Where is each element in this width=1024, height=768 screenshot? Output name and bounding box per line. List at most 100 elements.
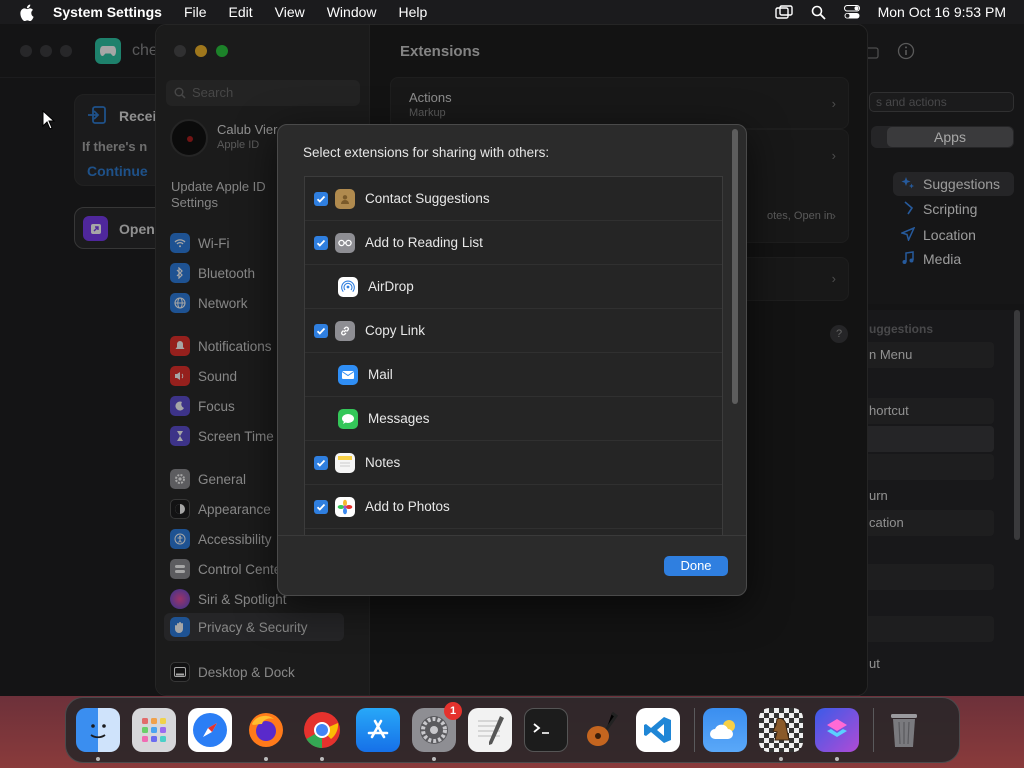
checkbox-checked[interactable]	[314, 323, 328, 338]
menu-edit[interactable]: Edit	[229, 4, 253, 20]
sharing-extensions-sheet: Select extensions for sharing with other…	[277, 124, 747, 596]
menu-app-name[interactable]: System Settings	[53, 4, 162, 20]
menu-window[interactable]: Window	[327, 4, 377, 20]
category-suggestions[interactable]: Suggestions	[893, 172, 1014, 196]
menu-view[interactable]: View	[275, 4, 305, 20]
receive-card-desc: If there's n	[82, 139, 148, 154]
actions-search-input[interactable]: s and actions	[869, 92, 1014, 112]
terminal-icon[interactable]	[524, 708, 568, 752]
menu-help[interactable]: Help	[399, 4, 428, 20]
menu-file[interactable]: File	[184, 4, 207, 20]
list-item-label: Copy Link	[365, 323, 426, 338]
airdrop-icon	[338, 276, 358, 297]
list-item[interactable]: Add to Reading List	[305, 221, 722, 265]
update-appleid-link[interactable]: Update Apple ID Settings	[171, 179, 281, 211]
mouse-cursor-icon	[42, 109, 56, 133]
garageband-icon[interactable]	[580, 708, 624, 752]
appearance-icon	[170, 499, 190, 519]
receive-card-title: Recei	[119, 108, 157, 124]
info-icon[interactable]	[897, 42, 915, 63]
finder-icon[interactable]	[76, 708, 120, 761]
help-button[interactable]: ?	[830, 325, 848, 343]
list-item-label: n Menu	[869, 347, 913, 362]
spotlight-search-icon[interactable]	[811, 5, 826, 20]
zoom-button[interactable]	[60, 45, 72, 57]
game-controller-icon	[95, 38, 121, 64]
category-scripting[interactable]: Scripting	[901, 197, 1024, 221]
list-item[interactable]: Notes	[305, 441, 722, 485]
scrollbar[interactable]	[1014, 310, 1020, 540]
list-item[interactable]	[861, 426, 994, 452]
actions-list: uggestions n Menu hortcut urn cation ut	[861, 310, 1024, 696]
globe-icon	[170, 293, 190, 313]
vscode-icon[interactable]	[636, 708, 680, 752]
launchpad-icon[interactable]	[132, 708, 176, 752]
scrollbar[interactable]	[732, 129, 738, 404]
zoom-button[interactable]	[216, 45, 228, 57]
weather-icon[interactable]	[703, 708, 747, 752]
list-item[interactable]: Mail	[305, 353, 722, 397]
list-item-label: ut	[869, 656, 880, 671]
sidebar-item-desktop-dock[interactable]: Desktop & Dock	[170, 660, 350, 684]
app-store-icon[interactable]	[356, 708, 400, 752]
list-item[interactable]	[861, 616, 994, 642]
user-subtitle: Apple ID	[217, 139, 260, 151]
screen-mirroring-icon[interactable]	[774, 5, 793, 19]
category-location[interactable]: Location	[899, 223, 1024, 247]
minimize-button[interactable]	[40, 45, 52, 57]
search-icon	[174, 87, 186, 99]
sidebar-item-label: Accessibility	[198, 531, 272, 547]
list-item[interactable]	[861, 454, 994, 480]
done-button[interactable]: Done	[664, 556, 728, 576]
segmented-control[interactable]: Apps	[871, 126, 1014, 148]
list-item[interactable]: Contact Suggestions	[305, 177, 722, 221]
safari-icon[interactable]	[188, 708, 232, 752]
segment-apps[interactable]: Apps	[887, 127, 1013, 147]
list-item-label: AirDrop	[368, 279, 414, 294]
checkbox-checked[interactable]	[314, 455, 328, 470]
moon-icon	[170, 396, 190, 416]
close-button[interactable]	[20, 45, 32, 57]
checkbox-checked[interactable]	[314, 235, 328, 250]
list-item[interactable]	[861, 564, 994, 590]
category-label: Media	[923, 251, 962, 267]
running-indicator	[320, 757, 324, 761]
hand-icon	[170, 617, 190, 637]
avatar	[170, 119, 208, 157]
extension-group-actions[interactable]: Actions Markup ›	[390, 77, 849, 129]
system-settings-icon[interactable]: 1	[412, 702, 462, 761]
continue-link[interactable]: Continue	[87, 163, 148, 179]
dock-separator	[873, 708, 874, 752]
sidebar-item-privacy-security[interactable]: Privacy & Security	[164, 613, 344, 641]
minimize-button[interactable]	[195, 45, 207, 57]
menu-bar: System Settings File Edit View Window He…	[0, 0, 1024, 24]
settings-search-input[interactable]: Search	[166, 80, 360, 106]
chess-icon[interactable]	[759, 708, 803, 761]
list-item[interactable]: Copy Link	[305, 309, 722, 353]
dock-icon	[170, 662, 190, 682]
sidebar-item-label: Network	[198, 295, 248, 311]
menu-clock[interactable]: Mon Oct 16 9:53 PM	[878, 4, 1006, 20]
chevron-right-icon: ›	[831, 271, 836, 286]
shortcuts-icon[interactable]	[815, 708, 859, 761]
category-media[interactable]: Media	[901, 247, 1024, 271]
textedit-icon[interactable]	[468, 708, 512, 752]
contacts-icon	[335, 188, 355, 209]
firefox-icon[interactable]	[244, 708, 288, 761]
close-button[interactable]	[174, 45, 186, 57]
control-center-icon[interactable]	[843, 5, 860, 19]
apple-menu-icon[interactable]	[15, 1, 37, 23]
list-item[interactable]: Add to Photos	[305, 485, 722, 529]
checkbox-checked[interactable]	[314, 191, 328, 206]
checkbox-checked[interactable]	[314, 499, 328, 514]
search-placeholder: Search	[192, 85, 234, 100]
list-item[interactable]: Messages	[305, 397, 722, 441]
page-title: Extensions	[400, 43, 481, 60]
sidebar-item-label: Appearance	[198, 501, 271, 517]
list-item[interactable]: AirDrop	[305, 265, 722, 309]
music-note-icon	[901, 250, 915, 268]
running-indicator	[264, 757, 268, 761]
speaker-icon	[170, 366, 190, 386]
chrome-icon[interactable]	[300, 708, 344, 761]
trash-icon[interactable]	[882, 708, 926, 752]
